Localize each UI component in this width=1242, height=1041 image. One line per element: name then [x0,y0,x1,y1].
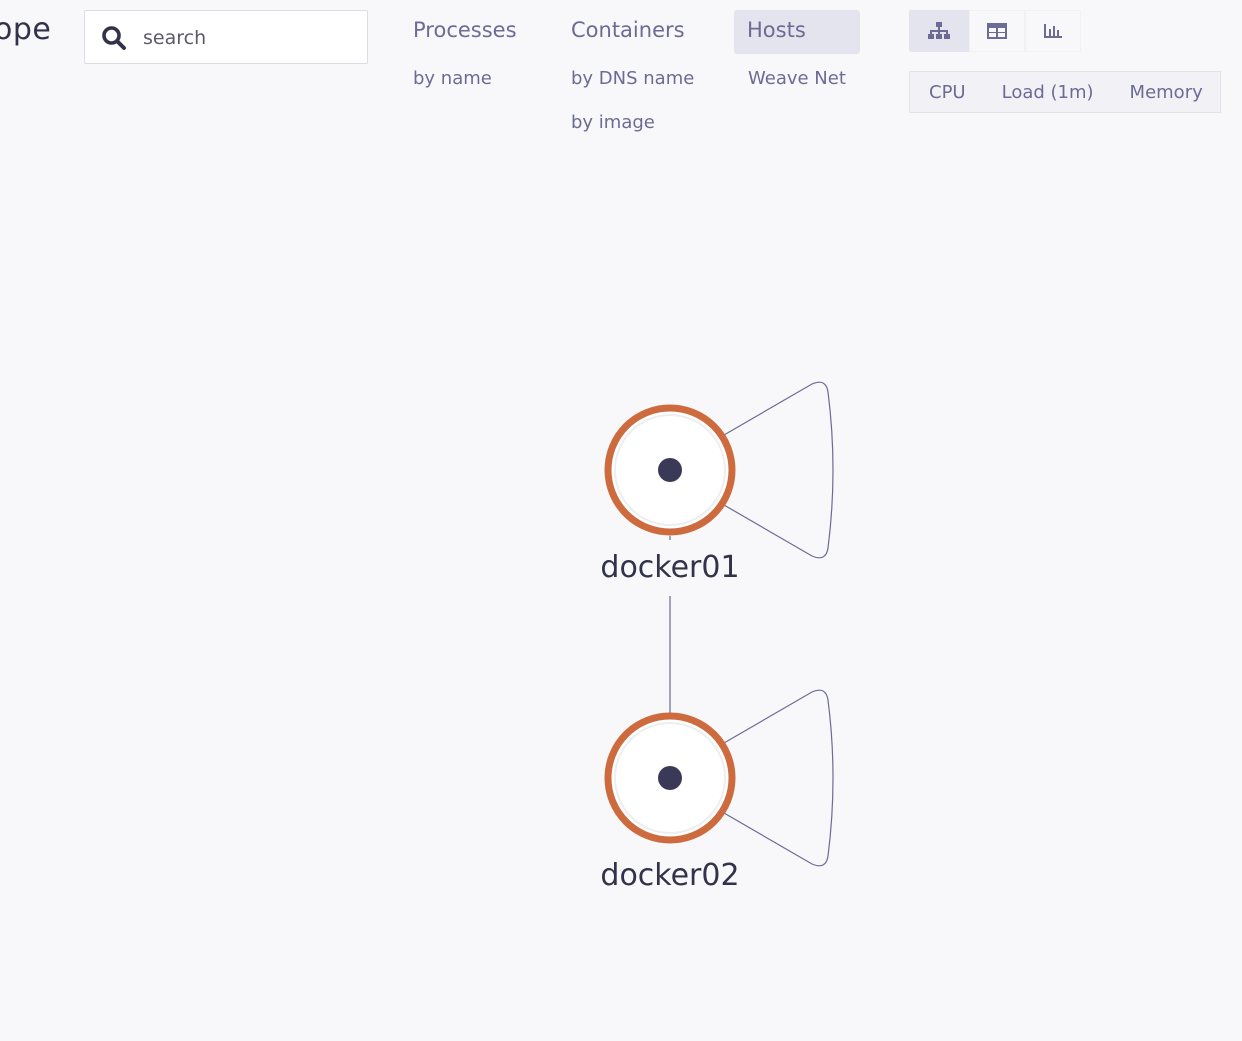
host-node-center [658,458,682,482]
topology-graph: docker01 docker02 [600,381,834,893]
edge-docker02-self-loop[interactable] [723,689,834,867]
node-docker02[interactable]: docker02 [600,712,740,893]
host-node-center [658,766,682,790]
node-label-docker02: docker02 [600,858,739,893]
node-docker01[interactable]: docker01 [600,404,740,596]
node-label-docker01: docker01 [600,550,739,585]
edge-docker01-self-loop[interactable] [723,381,834,559]
